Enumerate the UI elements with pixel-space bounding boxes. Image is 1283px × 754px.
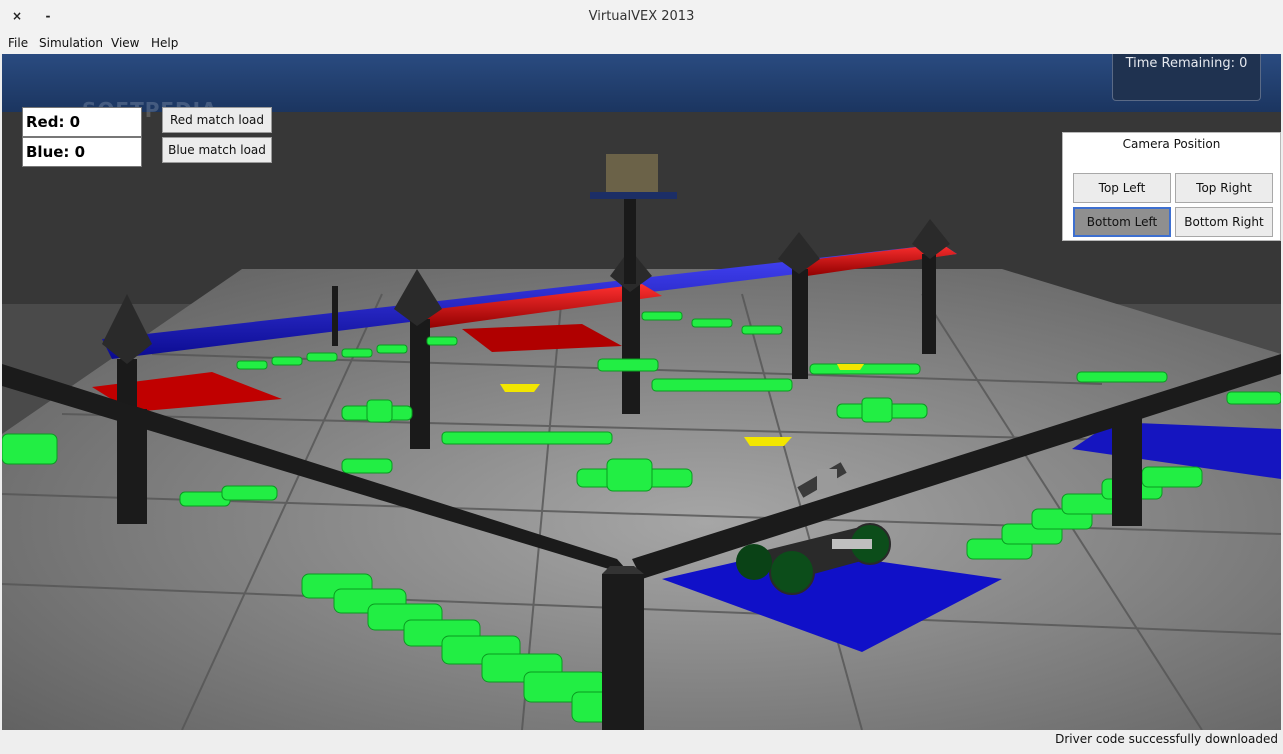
blue-score: Blue: 0 [22, 137, 142, 167]
red-score: Red: 0 [22, 107, 142, 137]
menu-help[interactable]: Help [151, 36, 178, 50]
time-remaining-display: Time Remaining: 0 [1112, 54, 1261, 101]
camera-top-right-button[interactable]: Top Right [1175, 173, 1273, 203]
menu-bar: File Simulation View Help [0, 33, 1283, 54]
title-bar: × - VirtualVEX 2013 [0, 0, 1283, 34]
status-bar: Driver code successfully downloaded [0, 730, 1283, 754]
menu-file[interactable]: File [8, 36, 28, 50]
camera-position-panel: Camera Position Top Left Top Right Botto… [1062, 132, 1281, 241]
simulation-viewport[interactable]: SOFTPEDIA Red: 0 Blue: 0 Red match load … [2, 54, 1281, 730]
status-message: Driver code successfully downloaded [1055, 732, 1278, 746]
menu-simulation[interactable]: Simulation [39, 36, 103, 50]
time-remaining-label: Time Remaining: 0 [1125, 56, 1248, 71]
camera-bottom-right-button[interactable]: Bottom Right [1175, 207, 1273, 237]
blue-match-load-button[interactable]: Blue match load [162, 137, 272, 163]
camera-top-left-button[interactable]: Top Left [1073, 173, 1171, 203]
window-title: VirtualVEX 2013 [588, 9, 695, 24]
red-match-load-button[interactable]: Red match load [162, 107, 272, 133]
camera-bottom-left-button[interactable]: Bottom Left [1073, 207, 1171, 237]
menu-view[interactable]: View [111, 36, 139, 50]
camera-position-title: Camera Position [1122, 137, 1221, 151]
